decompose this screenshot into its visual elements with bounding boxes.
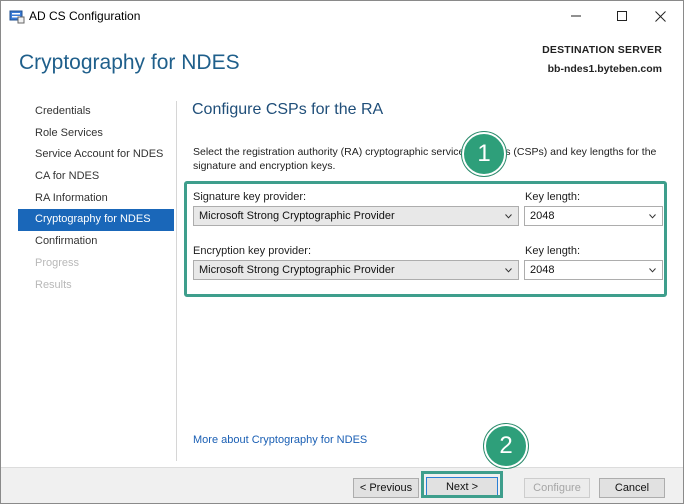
nav-item-results: Results xyxy=(35,278,72,291)
nav-item-service-account[interactable]: Service Account for NDES xyxy=(18,144,174,166)
signature-key-length-label: Key length: xyxy=(525,191,581,203)
encryption-key-length-label: Key length: xyxy=(525,245,581,257)
callout-badge-one: 1 xyxy=(462,132,506,176)
wizard-navigation: Credentials Role Services Service Accoun… xyxy=(18,101,174,296)
cancel-button[interactable]: Cancel xyxy=(599,478,665,498)
nav-item-ra-information[interactable]: RA Information xyxy=(18,188,174,210)
section-title: Configure CSPs for the RA xyxy=(192,101,384,118)
navigation-divider xyxy=(176,101,177,461)
chevron-down-icon xyxy=(647,207,657,225)
signature-provider-value: Microsoft Strong Cryptographic Provider xyxy=(199,210,395,222)
chevron-down-icon xyxy=(503,207,513,225)
encryption-key-length-dropdown[interactable]: 2048 xyxy=(524,260,663,280)
encryption-key-length-value: 2048 xyxy=(530,264,555,276)
close-icon xyxy=(654,10,666,22)
encryption-provider-value: Microsoft Strong Cryptographic Provider xyxy=(199,264,395,276)
nav-item-role-services[interactable]: Role Services xyxy=(18,123,174,145)
signature-key-length-value: 2048 xyxy=(530,210,555,222)
signature-key-length-dropdown[interactable]: 2048 xyxy=(524,206,663,226)
destination-server-name: bb-ndes1.byteben.com xyxy=(547,63,662,75)
signature-provider-dropdown[interactable]: Microsoft Strong Cryptographic Provider xyxy=(193,206,519,226)
server-manager-app-icon xyxy=(9,8,25,24)
encryption-provider-dropdown[interactable]: Microsoft Strong Cryptographic Provider xyxy=(193,260,519,280)
window-title: AD CS Configuration xyxy=(29,9,141,23)
maximize-icon xyxy=(617,11,627,21)
minimize-icon xyxy=(571,15,581,17)
title-bar[interactable]: AD CS Configuration xyxy=(1,1,683,31)
signature-provider-label: Signature key provider: xyxy=(193,191,307,203)
ad-cs-configuration-window: AD CS Configuration Cryptography for NDE… xyxy=(0,0,684,504)
destination-server-label: DESTINATION SERVER xyxy=(542,44,662,56)
page-title: Cryptography for NDES xyxy=(19,51,240,74)
configure-button: Configure xyxy=(524,478,590,498)
nav-item-cryptography[interactable]: Cryptography for NDES xyxy=(18,209,174,232)
encryption-provider-label: Encryption key provider: xyxy=(193,245,311,257)
close-button[interactable] xyxy=(637,1,683,31)
nav-item-confirmation[interactable]: Confirmation xyxy=(18,231,174,253)
previous-button[interactable]: < Previous xyxy=(353,478,419,498)
nav-item-ca-for-ndes[interactable]: CA for NDES xyxy=(18,166,174,188)
more-about-cryptography-link[interactable]: More about Cryptography for NDES xyxy=(193,434,367,446)
section-description: Select the registration authority (RA) c… xyxy=(193,146,657,172)
chevron-down-icon xyxy=(503,261,513,279)
nav-item-progress: Progress xyxy=(35,256,80,269)
callout-badge-two: 2 xyxy=(484,424,528,468)
nav-item-credentials[interactable]: Credentials xyxy=(18,101,174,123)
chevron-down-icon xyxy=(647,261,657,279)
minimize-button[interactable] xyxy=(553,1,599,31)
next-button-highlight xyxy=(421,471,503,498)
